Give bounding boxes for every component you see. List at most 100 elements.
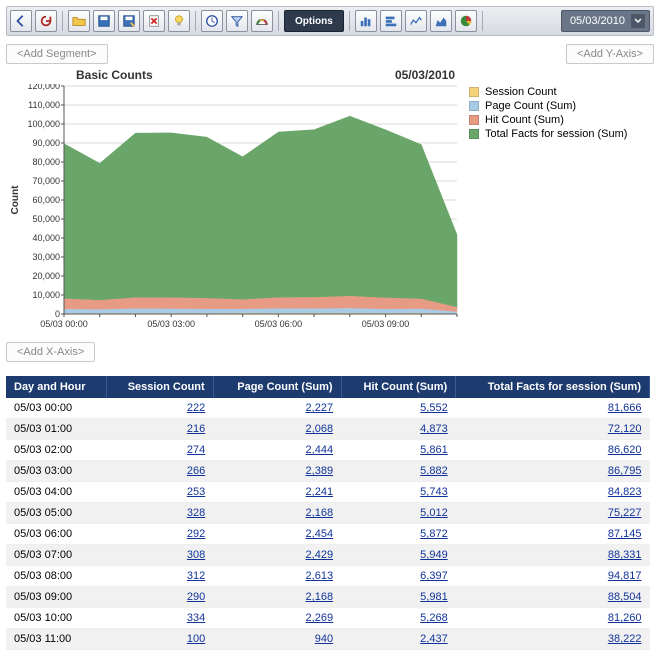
legend-swatch: [469, 87, 479, 97]
date-picker[interactable]: 05/03/2010: [561, 10, 650, 32]
cell-hit: 4,873: [341, 419, 456, 440]
chart-box: Basic Counts 05/03/2010 010,00020,00030,…: [6, 68, 461, 336]
cell-total-link[interactable]: 94,817: [608, 570, 642, 582]
cell-hit: 5,872: [341, 524, 456, 545]
area-chart-button[interactable]: [430, 10, 452, 32]
legend-swatch: [469, 129, 479, 139]
add-x-axis-button[interactable]: <Add X-Axis>: [6, 342, 95, 362]
pie-chart-button[interactable]: [455, 10, 477, 32]
cell-session-link[interactable]: 334: [187, 612, 205, 624]
cell-total-link[interactable]: 84,823: [608, 486, 642, 498]
cell-session-link[interactable]: 274: [187, 444, 205, 456]
svg-text:90,000: 90,000: [32, 138, 60, 148]
cell-hit: 5,861: [341, 440, 456, 461]
add-segment-button[interactable]: <Add Segment>: [6, 44, 108, 64]
cell-total-link[interactable]: 72,120: [608, 423, 642, 435]
svg-text:Count: Count: [10, 185, 21, 215]
gauge-button[interactable]: [251, 10, 273, 32]
line-chart-button[interactable]: [405, 10, 427, 32]
table-row: 05/03 00:002222,2275,55281,666: [6, 398, 650, 419]
delete-button[interactable]: [143, 10, 165, 32]
cell-session-link[interactable]: 266: [187, 465, 205, 477]
cell-hit-link[interactable]: 2,437: [420, 633, 448, 645]
col-day-hour[interactable]: Day and Hour: [6, 376, 106, 398]
bar-chart-button[interactable]: [355, 10, 377, 32]
svg-text:120,000: 120,000: [27, 84, 60, 91]
cell-hit-link[interactable]: 5,861: [420, 444, 448, 456]
cell-page-link[interactable]: 2,389: [306, 465, 334, 477]
folder-open-button[interactable]: [68, 10, 90, 32]
cell-page-link[interactable]: 2,444: [306, 444, 334, 456]
hbar-chart-button[interactable]: [380, 10, 402, 32]
cell-total: 88,331: [456, 545, 650, 566]
chevron-down-icon: [631, 14, 645, 28]
cell-total-link[interactable]: 75,227: [608, 507, 642, 519]
cell-hit-link[interactable]: 5,552: [420, 402, 448, 414]
cell-total-link[interactable]: 81,666: [608, 402, 642, 414]
refresh-button[interactable]: [35, 10, 57, 32]
cell-page-link[interactable]: 2,454: [306, 528, 334, 540]
col-hit[interactable]: Hit Count (Sum): [341, 376, 456, 398]
table-row: 05/03 04:002532,2415,74384,823: [6, 482, 650, 503]
svg-text:80,000: 80,000: [32, 157, 60, 167]
cell-hit-link[interactable]: 4,873: [420, 423, 448, 435]
cell-hit-link[interactable]: 6,397: [420, 570, 448, 582]
cell-session: 290: [106, 587, 213, 608]
cell-total: 75,227: [456, 503, 650, 524]
cell-page: 2,444: [213, 440, 341, 461]
cell-hour: 05/03 03:00: [6, 461, 106, 482]
cell-session-link[interactable]: 100: [187, 633, 205, 645]
cell-hit-link[interactable]: 5,981: [420, 591, 448, 603]
cell-page-link[interactable]: 2,168: [306, 507, 334, 519]
cell-page-link[interactable]: 2,613: [306, 570, 334, 582]
cell-total-link[interactable]: 88,331: [608, 549, 642, 561]
cell-page-link[interactable]: 2,068: [306, 423, 334, 435]
svg-text:70,000: 70,000: [32, 176, 60, 186]
cell-page-link[interactable]: 2,241: [306, 486, 334, 498]
cell-session-link[interactable]: 312: [187, 570, 205, 582]
cell-total-link[interactable]: 38,222: [608, 633, 642, 645]
legend: Session CountPage Count (Sum)Hit Count (…: [469, 68, 654, 142]
cell-hit-link[interactable]: 5,268: [420, 612, 448, 624]
cell-total-link[interactable]: 81,260: [608, 612, 642, 624]
col-session[interactable]: Session Count: [106, 376, 213, 398]
svg-text:100,000: 100,000: [27, 119, 60, 129]
back-button[interactable]: [10, 10, 32, 32]
cell-session-link[interactable]: 328: [187, 507, 205, 519]
col-total[interactable]: Total Facts for session (Sum): [456, 376, 650, 398]
legend-label: Session Count: [485, 86, 557, 98]
cell-session-link[interactable]: 216: [187, 423, 205, 435]
cell-session-link[interactable]: 253: [187, 486, 205, 498]
cell-total-link[interactable]: 86,620: [608, 444, 642, 456]
cell-hit-link[interactable]: 5,949: [420, 549, 448, 561]
cell-hit: 5,949: [341, 545, 456, 566]
cell-session-link[interactable]: 290: [187, 591, 205, 603]
cell-total-link[interactable]: 86,795: [608, 465, 642, 477]
cell-session-link[interactable]: 222: [187, 402, 205, 414]
cell-total: 94,817: [456, 566, 650, 587]
cell-hit: 5,268: [341, 608, 456, 629]
cell-total: 86,620: [456, 440, 650, 461]
chart-title: Basic Counts: [76, 68, 153, 82]
clock-button[interactable]: [201, 10, 223, 32]
cell-page-link[interactable]: 940: [315, 633, 333, 645]
cell-hit-link[interactable]: 5,882: [420, 465, 448, 477]
options-button[interactable]: Options: [284, 10, 344, 32]
cell-page-link[interactable]: 2,227: [306, 402, 334, 414]
col-page[interactable]: Page Count (Sum): [213, 376, 341, 398]
cell-hit-link[interactable]: 5,872: [420, 528, 448, 540]
filter-button[interactable]: [226, 10, 248, 32]
cell-hit-link[interactable]: 5,743: [420, 486, 448, 498]
save-as-button[interactable]: [118, 10, 140, 32]
save-button[interactable]: [93, 10, 115, 32]
add-y-axis-button[interactable]: <Add Y-Axis>: [566, 44, 654, 64]
cell-session-link[interactable]: 308: [187, 549, 205, 561]
cell-page-link[interactable]: 2,429: [306, 549, 334, 561]
cell-page-link[interactable]: 2,168: [306, 591, 334, 603]
cell-session-link[interactable]: 292: [187, 528, 205, 540]
cell-total-link[interactable]: 88,504: [608, 591, 642, 603]
cell-hit-link[interactable]: 5,012: [420, 507, 448, 519]
cell-total-link[interactable]: 87,145: [608, 528, 642, 540]
tip-button[interactable]: [168, 10, 190, 32]
cell-page-link[interactable]: 2,269: [306, 612, 334, 624]
